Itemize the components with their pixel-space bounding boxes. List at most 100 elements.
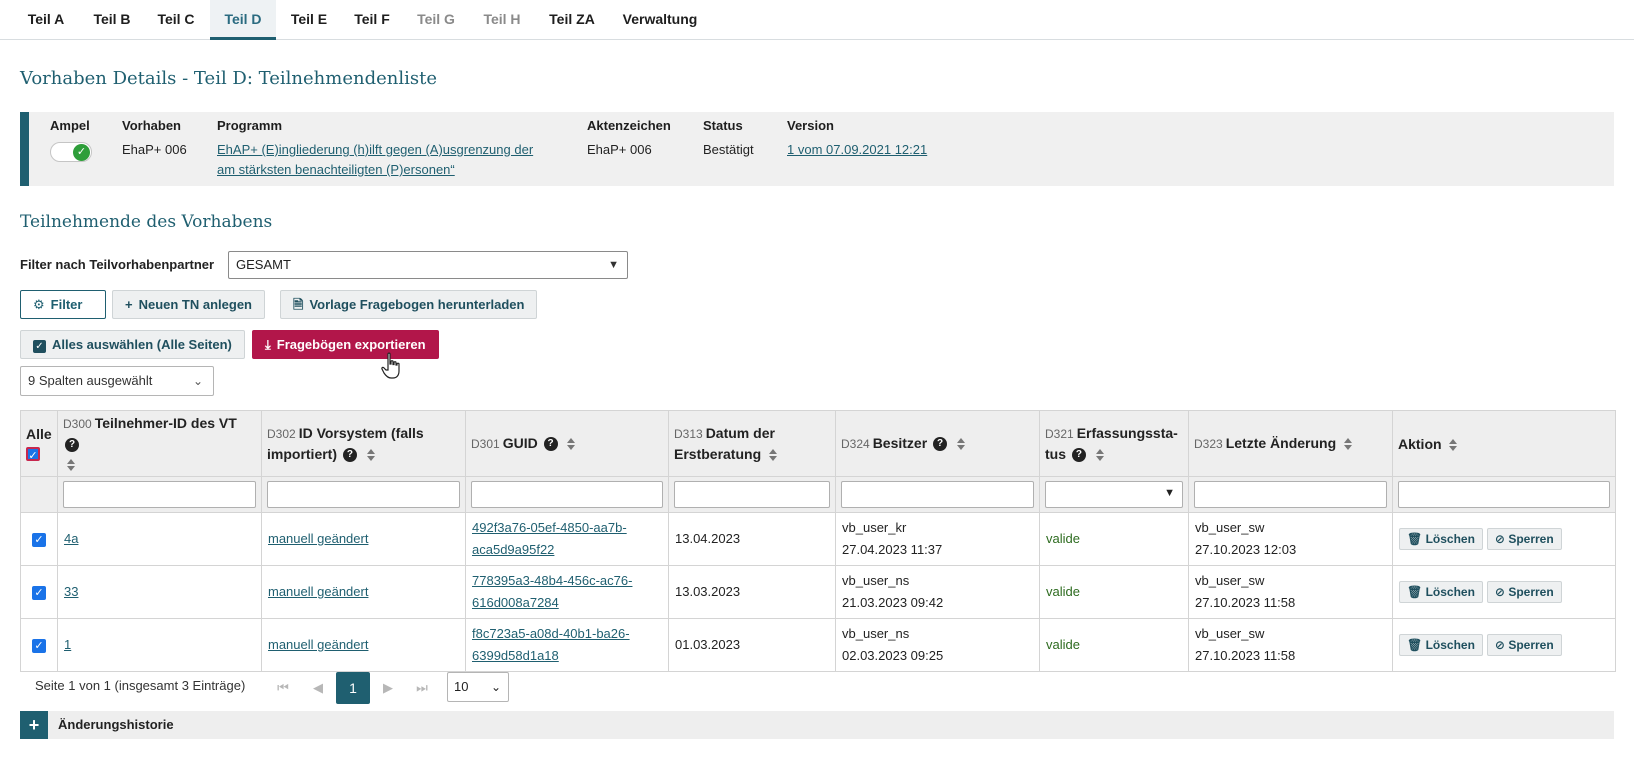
lock-button[interactable]: ⊘ Sperren	[1486, 528, 1562, 550]
help-icon[interactable]: ?	[342, 448, 357, 463]
col-label: Teilnehmer-ID des VT	[94, 415, 237, 431]
col-id-vorsystem[interactable]: D302 ID Vorsystem (falls importiert) ?	[261, 410, 466, 477]
help-icon[interactable]: ?	[65, 438, 79, 453]
changed-date: 27.10.2023 11:58	[1195, 595, 1296, 610]
tab-teil-a[interactable]: Teil A	[18, 0, 74, 40]
changed-date: 27.10.2023 11:58	[1195, 648, 1296, 663]
change-history-panel[interactable]: + Änderungshistorie	[20, 711, 1614, 739]
lock-label: Sperren	[1508, 532, 1554, 546]
tab-teil-g[interactable]: Teil G	[406, 0, 466, 40]
delete-button[interactable]: 🗑 Löschen	[1399, 634, 1483, 656]
col-code: D313	[674, 427, 703, 441]
col-erfassungsstatus[interactable]: D321 Erfassungssta- tus ?	[1039, 410, 1189, 477]
tab-teil-e[interactable]: Teil E	[280, 0, 338, 40]
prev-page-icon[interactable]: ◀	[310, 672, 326, 704]
filter-input-datum[interactable]	[674, 481, 830, 508]
guid-link[interactable]: f8c723a5-a08d-40b1-ba26- 6399d58d1a18	[472, 626, 630, 663]
select-all-button[interactable]: ✓ Alles auswählen (Alle Seiten)	[20, 330, 245, 359]
new-tn-button-label: Neuen TN anlegen	[138, 297, 253, 312]
row-checkbox[interactable]: ✓	[32, 639, 46, 653]
sort-icon[interactable]	[66, 458, 76, 472]
programm-link[interactable]: EhAP+ (E)ingliederung (h)ilft gegen (A)u…	[217, 140, 533, 180]
col-datum[interactable]: D313 Datum der Erstberatung	[668, 410, 836, 477]
next-page-icon[interactable]: ▶	[380, 672, 396, 704]
tab-teil-b[interactable]: Teil B	[82, 0, 142, 40]
help-icon[interactable]: ?	[933, 437, 948, 452]
col-label-line2: importiert)	[267, 446, 337, 462]
guid-link[interactable]: 492f3a76-05ef-4850-aa7b-aca5d9a95f22	[472, 520, 627, 557]
guid-part1: f8c723a5-a08d-40b1-ba26-	[472, 626, 630, 641]
filter-input-besitzer[interactable]	[841, 481, 1034, 508]
chevron-down-icon: ⌄	[192, 374, 203, 388]
col-letzte-aenderung[interactable]: D323 Letzte Änderung	[1188, 410, 1393, 477]
sort-icon[interactable]	[956, 437, 966, 451]
sort-icon[interactable]	[1448, 438, 1458, 452]
programm-link-line1[interactable]: EhAP+ (E)ingliederung (h)ilft gegen (A)u…	[217, 142, 533, 157]
tab-teil-za[interactable]: Teil ZA	[542, 0, 602, 40]
participant-id-link[interactable]: 33	[64, 584, 78, 599]
row-checkbox[interactable]: ✓	[32, 533, 46, 547]
delete-button[interactable]: 🗑 Löschen	[1399, 581, 1483, 603]
col-teilnehmer-id[interactable]: D300 Teilnehmer-ID des VT ?	[57, 410, 262, 477]
participant-id-link[interactable]: 1	[64, 637, 71, 652]
help-icon[interactable]: ?	[1071, 448, 1086, 463]
lock-button[interactable]: ⊘ Sperren	[1486, 634, 1562, 656]
delete-button[interactable]: 🗑 Löschen	[1399, 528, 1483, 550]
partner-filter-value: GESAMT	[236, 257, 291, 272]
sort-icon[interactable]	[1095, 448, 1105, 462]
version-link[interactable]: 1 vom 07.09.2021 12:21	[787, 142, 927, 157]
tab-teil-d[interactable]: Teil D	[210, 0, 276, 40]
datum-cell: 01.03.2023	[668, 618, 836, 672]
partner-filter-label: Filter nach Teilvorhabenpartner	[20, 257, 215, 272]
ampel-toggle[interactable]: ✓	[50, 142, 92, 162]
filter-select-status[interactable]: ▼	[1045, 481, 1183, 508]
tab-teil-f[interactable]: Teil F	[344, 0, 400, 40]
page-1-button[interactable]: 1	[336, 672, 370, 704]
col-guid[interactable]: D301 GUID ?	[465, 410, 669, 477]
vorsystem-link[interactable]: manuell geändert	[268, 584, 368, 599]
download-template-button[interactable]: 🗎 Vorlage Fragebogen herunterladen	[280, 290, 538, 319]
vorsystem-link[interactable]: manuell geändert	[268, 531, 368, 546]
new-tn-button[interactable]: + Neuen TN anlegen	[112, 290, 266, 319]
first-page-icon[interactable]: ⏮	[275, 672, 291, 704]
participants-table: Alle ✓ D300 Teilnehmer-ID des VT ? D302 ID…	[20, 410, 1616, 672]
sort-icon[interactable]	[1343, 437, 1353, 451]
filter-button-label: Filter	[50, 297, 83, 312]
trash-icon: 🗑	[1407, 532, 1423, 546]
help-icon[interactable]: ?	[543, 437, 558, 452]
lock-button[interactable]: ⊘ Sperren	[1486, 581, 1562, 603]
delete-label: Löschen	[1425, 532, 1475, 546]
filter-input-teilnehmer-id[interactable]	[63, 481, 256, 508]
participant-id-link[interactable]: 4a	[64, 531, 78, 546]
col-label: Aktion	[1398, 435, 1442, 452]
tab-verwaltung[interactable]: Verwaltung	[616, 0, 704, 40]
filter-input-letzte-aenderung[interactable]	[1194, 481, 1387, 508]
filter-button[interactable]: ⚙ Filter	[20, 290, 106, 319]
row-checkbox[interactable]: ✓	[32, 586, 46, 600]
sort-icon[interactable]	[768, 448, 778, 462]
status-cell: valide	[1039, 512, 1189, 566]
vorsystem-link[interactable]: manuell geändert	[268, 637, 368, 652]
export-questionnaires-button[interactable]: ⤓ Fragebögen exportieren	[252, 330, 439, 359]
guid-link[interactable]: 778395a3-48b4-456c-ac76- 616d008a7284	[472, 573, 632, 610]
page-size-select[interactable]: 10 ⌄	[447, 672, 509, 702]
col-besitzer[interactable]: D324 Besitzer ?	[835, 410, 1040, 477]
all-label: Alle	[26, 425, 52, 442]
select-all-checkbox[interactable]: ✓	[26, 446, 40, 462]
programm-link-line2[interactable]: am stärksten benachteiligten (P)ersonen“	[217, 162, 455, 177]
vorhaben-column: Vorhaben EhaP+ 006	[122, 118, 187, 160]
filter-input-vorsystem[interactable]	[267, 481, 460, 508]
last-page-icon[interactable]: ⏭	[414, 672, 430, 704]
partner-filter-select[interactable]: GESAMT ▼	[228, 251, 628, 279]
tab-teil-h[interactable]: Teil H	[472, 0, 532, 40]
section-title: Teilnehmende des Vorhabens	[20, 212, 273, 232]
sort-icon[interactable]	[566, 437, 576, 451]
column-chooser[interactable]: 9 Spalten ausgewählt ⌄	[20, 366, 214, 396]
sort-icon[interactable]	[366, 448, 376, 462]
tab-teil-c[interactable]: Teil C	[146, 0, 206, 40]
changed-cell: vb_user_sw 27.10.2023 11:58	[1188, 618, 1393, 672]
filter-input-guid[interactable]	[471, 481, 663, 508]
col-aktion[interactable]: Aktion	[1392, 410, 1616, 477]
expand-plus-icon[interactable]: +	[20, 711, 48, 739]
filter-input-aktion[interactable]	[1398, 481, 1610, 508]
